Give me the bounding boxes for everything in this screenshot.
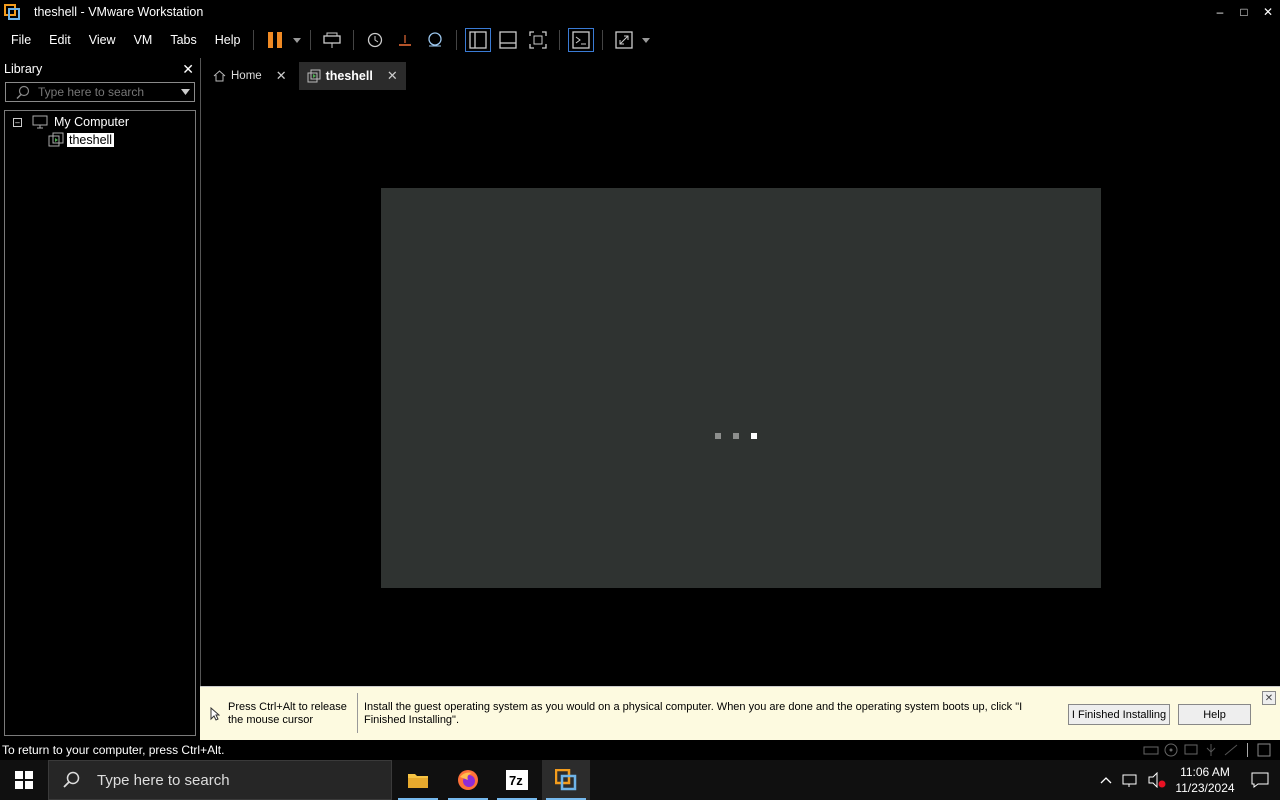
- taskbar-search-placeholder: Type here to search: [97, 771, 230, 789]
- computer-icon: [32, 115, 48, 129]
- chevron-down-icon[interactable]: [181, 89, 190, 95]
- windows-taskbar: Type here to search 7z 11:06 AM 11/23/20…: [0, 760, 1280, 800]
- search-icon: [16, 85, 30, 99]
- collapse-toggle[interactable]: –: [13, 117, 22, 127]
- toolbar-divider: [559, 30, 561, 50]
- tab-theshell-label: theshell: [325, 69, 373, 83]
- loading-indicator: [715, 433, 757, 439]
- snapshot-manager-icon[interactable]: [420, 26, 450, 54]
- search-icon: [63, 771, 81, 789]
- tab-home[interactable]: Home ✕: [205, 62, 295, 90]
- revert-snapshot-icon[interactable]: [390, 26, 420, 54]
- tree-item-my-computer[interactable]: – My Computer: [13, 115, 129, 129]
- toolbar-divider: [310, 30, 312, 50]
- cd-dvd-icon[interactable]: [1163, 743, 1179, 760]
- close-icon[interactable]: ✕: [182, 61, 194, 78]
- send-ctrl-alt-del-icon[interactable]: [317, 26, 347, 54]
- loading-dot: [715, 433, 721, 439]
- tab-strip: Home ✕ theshell ✕: [205, 62, 410, 92]
- tree-item-theshell[interactable]: theshell: [48, 132, 115, 148]
- vmware-workstation-icon[interactable]: [542, 760, 590, 800]
- menu-file[interactable]: File: [0, 33, 38, 47]
- home-icon: [213, 70, 226, 82]
- windows-logo-icon: [15, 771, 33, 789]
- menu-vm[interactable]: VM: [123, 33, 160, 47]
- finished-installing-button[interactable]: I Finished Installing: [1068, 704, 1170, 725]
- svg-text:7z: 7z: [509, 773, 523, 788]
- network-icon[interactable]: [1122, 772, 1140, 788]
- infobar-divider: [357, 693, 358, 733]
- start-button[interactable]: [0, 760, 48, 800]
- vm-icon: [307, 69, 321, 83]
- library-search[interactable]: [5, 82, 195, 102]
- library-title: Library: [4, 62, 43, 76]
- mouse-cursor-icon: [210, 706, 221, 724]
- guest-display[interactable]: [381, 188, 1101, 588]
- firefox-icon[interactable]: [444, 760, 492, 800]
- help-button[interactable]: Help: [1178, 704, 1251, 725]
- menu-tabs[interactable]: Tabs: [159, 33, 203, 47]
- power-dropdown-icon[interactable]: [290, 26, 304, 54]
- install-message: Install the guest operating system as yo…: [364, 701, 1023, 726]
- clock[interactable]: 11:06 AM 11/23/2024: [1170, 764, 1240, 796]
- library-panel: Library ✕ – My Computer theshell: [0, 58, 200, 740]
- network-adapter-icon[interactable]: [1183, 743, 1199, 760]
- toolbar-divider: [602, 30, 604, 50]
- toolbar-divider: [253, 30, 255, 50]
- toolbar-divider: [456, 30, 458, 50]
- menu-edit[interactable]: Edit: [38, 33, 78, 47]
- window-title: theshell - VMware Workstation: [34, 5, 204, 19]
- 7zip-icon[interactable]: 7z: [493, 760, 541, 800]
- menu-bar: File Edit View VM Tabs Help: [0, 24, 1280, 56]
- menu-help[interactable]: Help: [204, 33, 248, 47]
- close-tab-icon[interactable]: ✕: [276, 68, 287, 84]
- pause-icon[interactable]: [260, 26, 290, 54]
- system-tray: 11:06 AM 11/23/2024: [1100, 760, 1280, 800]
- usb-icon[interactable]: [1203, 743, 1219, 760]
- file-explorer-icon[interactable]: [394, 760, 442, 800]
- stretch-guest-icon[interactable]: [609, 26, 639, 54]
- release-mouse-hint: Press Ctrl+Alt to release the mouse curs…: [228, 701, 347, 726]
- close-tab-icon[interactable]: ✕: [387, 68, 398, 84]
- tree-label-my-computer: My Computer: [54, 115, 130, 129]
- loading-dot: [751, 433, 757, 439]
- status-divider: [1247, 743, 1248, 757]
- status-text: To return to your computer, press Ctrl+A…: [2, 743, 225, 757]
- minimize-button[interactable]: –: [1208, 0, 1232, 24]
- hard-disk-icon[interactable]: [1143, 743, 1159, 760]
- snapshot-icon[interactable]: [360, 26, 390, 54]
- tab-theshell[interactable]: theshell ✕: [298, 62, 406, 90]
- chevron-up-icon[interactable]: [1100, 776, 1112, 784]
- install-hint-bar: Press Ctrl+Alt to release the mouse curs…: [200, 686, 1280, 740]
- menu-view[interactable]: View: [78, 33, 123, 47]
- vm-console-area: Home ✕ theshell ✕: [200, 58, 1280, 686]
- full-screen-icon[interactable]: [523, 26, 553, 54]
- volume-muted-icon[interactable]: [1148, 772, 1166, 788]
- library-search-input[interactable]: [38, 85, 178, 99]
- taskbar-search[interactable]: Type here to search: [48, 760, 392, 800]
- close-button[interactable]: ✕: [1256, 0, 1280, 24]
- library-tree: – My Computer theshell: [4, 110, 196, 736]
- status-bar: To return to your computer, press Ctrl+A…: [0, 740, 1280, 760]
- title-bar: theshell - VMware Workstation – □ ✕: [0, 0, 1280, 24]
- stretch-dropdown-icon[interactable]: [639, 26, 653, 54]
- notifications-icon[interactable]: [1240, 772, 1280, 788]
- thumbnail-bar-icon[interactable]: [493, 26, 523, 54]
- clock-time: 11:06 AM: [1180, 765, 1230, 779]
- loading-dot: [733, 433, 739, 439]
- maximize-button[interactable]: □: [1232, 0, 1256, 24]
- tree-label-theshell: theshell: [67, 133, 115, 147]
- console-view-icon[interactable]: [566, 26, 596, 54]
- show-library-icon[interactable]: [463, 26, 493, 54]
- vmware-icon: [4, 4, 20, 20]
- tab-home-label: Home: [231, 70, 262, 82]
- close-icon[interactable]: ✕: [1262, 691, 1276, 705]
- clock-date: 11/23/2024: [1175, 781, 1235, 795]
- toolbar-divider: [353, 30, 355, 50]
- sound-card-icon[interactable]: [1223, 743, 1239, 760]
- message-log-icon[interactable]: [1256, 743, 1272, 760]
- vm-icon: [48, 132, 64, 148]
